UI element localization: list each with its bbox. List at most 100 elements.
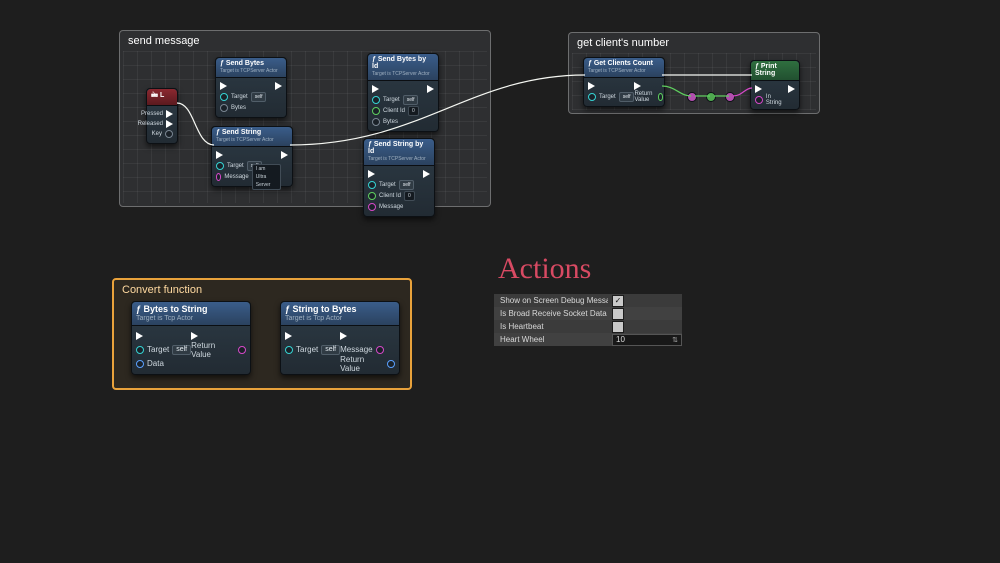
node-send-bytes-by-id[interactable]: ƒ Send Bytes by IdTarget is TCPServer Ac… (367, 53, 439, 132)
exec-in-icon[interactable] (285, 332, 292, 340)
pin-self-chip[interactable]: self (321, 345, 340, 355)
node-string-to-bytes[interactable]: ƒ String to BytesTarget is Tcp Actor Tar… (280, 301, 400, 375)
pin-clientid[interactable]: Client Id (379, 193, 401, 199)
pin-clientid[interactable]: Client Id (383, 108, 405, 114)
pin-target[interactable]: Target (383, 97, 400, 103)
exec-in-icon[interactable] (220, 82, 227, 90)
pin-dot-icon[interactable] (372, 107, 380, 115)
pin-message[interactable]: Message (340, 345, 372, 354)
field-clientid[interactable]: 0 (404, 191, 415, 201)
pin-target[interactable]: Target (147, 345, 169, 354)
node-send-bytes[interactable]: ƒ Send BytesTarget is TCPServer Actor Ta… (215, 57, 287, 118)
checkbox-heartbeat[interactable] (612, 321, 624, 333)
property-row: Is Broad Receive Socket Data Delegate (494, 307, 682, 320)
pin-dot-icon[interactable] (216, 173, 221, 181)
pin-pressed[interactable]: Pressed (141, 111, 163, 117)
exec-in-icon[interactable] (588, 82, 595, 90)
exec-out-icon[interactable] (191, 332, 198, 340)
pin-self-chip[interactable]: self (251, 92, 267, 102)
pin-return[interactable]: Return Value (634, 91, 654, 103)
spinbox-heart-wheel[interactable]: 10 ⇅ (612, 334, 682, 346)
node-title: ƒ Bytes to StringTarget is Tcp Actor (132, 302, 250, 326)
pin-return[interactable]: Return Value (191, 341, 235, 359)
pin-dot-icon[interactable] (220, 93, 228, 101)
pin-bytes[interactable]: Bytes (383, 119, 398, 125)
node-send-string[interactable]: ƒ Send StringTarget is TCPServer Actor T… (211, 126, 293, 187)
spinbox-value: 10 (616, 335, 625, 344)
node-title: ƒ Send StringTarget is TCPServer Actor (212, 127, 292, 147)
pin-self-chip[interactable]: self (619, 92, 635, 102)
reroute-node[interactable] (706, 92, 716, 102)
pin-dot-icon[interactable] (658, 93, 664, 101)
exec-out-icon[interactable] (281, 151, 288, 159)
pin-dot-icon[interactable] (238, 346, 246, 354)
pin-dot-icon[interactable] (136, 346, 144, 354)
checkbox-broad-receive[interactable] (612, 308, 624, 320)
node-send-string-by-id[interactable]: ƒ Send String by IdTarget is TCPServer A… (363, 138, 435, 217)
pin-dot-icon[interactable] (216, 162, 224, 170)
exec-out-icon[interactable] (427, 85, 434, 93)
property-label: Is Broad Receive Socket Data Delegate (494, 309, 608, 318)
exec-out-icon[interactable] (275, 82, 282, 90)
pin-data[interactable]: Data (147, 359, 164, 368)
pin-self-chip[interactable]: self (403, 95, 419, 105)
pin-target[interactable]: Target (296, 345, 318, 354)
exec-out-icon[interactable] (634, 82, 641, 90)
node-title: ƒ Get Clients CountTarget is TCPServer A… (584, 58, 664, 78)
exec-in-icon[interactable] (372, 85, 379, 93)
field-message[interactable]: I am Ultra Server (252, 164, 281, 190)
pin-target[interactable]: Target (231, 94, 248, 100)
pin-dot-icon[interactable] (372, 96, 380, 104)
node-get-clients-count[interactable]: ƒ Get Clients CountTarget is TCPServer A… (583, 57, 665, 107)
reroute-node[interactable] (687, 92, 697, 102)
pin-bytes[interactable]: Bytes (231, 105, 246, 111)
property-row: Heart Wheel 10 ⇅ (494, 333, 682, 346)
node-bytes-to-string[interactable]: ƒ Bytes to StringTarget is Tcp Actor Tar… (131, 301, 251, 375)
pin-target[interactable]: Target (379, 182, 396, 188)
exec-out-icon[interactable] (788, 85, 795, 93)
pin-dot-icon[interactable] (387, 360, 395, 368)
node-input-key[interactable]: 🖮 L Pressed Released Key (146, 88, 178, 144)
properties-panel: Show on Screen Debug Messages ✓ Is Broad… (494, 294, 682, 346)
field-clientid[interactable]: 0 (408, 106, 419, 116)
pin-target[interactable]: Target (227, 163, 244, 169)
reroute-node[interactable] (725, 92, 735, 102)
pin-dot-icon[interactable] (755, 96, 763, 104)
spinbox-arrows-icon[interactable]: ⇅ (672, 336, 678, 344)
exec-in-icon[interactable] (216, 151, 223, 159)
exec-out-icon[interactable] (166, 120, 173, 128)
pin-return[interactable]: Return Value (340, 355, 384, 373)
pin-dot-icon[interactable] (285, 346, 293, 354)
exec-out-icon[interactable] (423, 170, 430, 178)
pin-key[interactable]: Key (152, 131, 162, 137)
pin-self-chip[interactable]: self (172, 345, 191, 355)
pin-message[interactable]: Message (224, 174, 248, 180)
node-title: 🖮 L (147, 89, 177, 106)
pin-dot-icon[interactable] (588, 93, 596, 101)
node-title: ƒ Send Bytes by IdTarget is TCPServer Ac… (368, 54, 438, 81)
node-print-string[interactable]: ƒ Print String In String (750, 60, 800, 110)
pin-dot-icon[interactable] (368, 192, 376, 200)
pin-dot-icon[interactable] (220, 104, 228, 112)
exec-in-icon[interactable] (136, 332, 143, 340)
section-heading-actions: Actions (498, 252, 591, 286)
exec-in-icon[interactable] (755, 85, 762, 93)
pin-self-chip[interactable]: self (399, 180, 415, 190)
pin-dot-icon[interactable] (376, 346, 384, 354)
property-label: Show on Screen Debug Messages (494, 296, 608, 305)
pin-target[interactable]: Target (599, 94, 616, 100)
checkbox-show-debug[interactable]: ✓ (612, 295, 624, 307)
pin-instring[interactable]: In String (766, 94, 788, 106)
exec-out-icon[interactable] (166, 110, 173, 118)
property-label: Is Heartbeat (494, 322, 608, 331)
property-row: Show on Screen Debug Messages ✓ (494, 294, 682, 307)
pin-dot-icon[interactable] (136, 360, 144, 368)
pin-dot-icon[interactable] (165, 130, 173, 138)
pin-released[interactable]: Released (138, 121, 163, 127)
exec-out-icon[interactable] (340, 332, 347, 340)
pin-dot-icon[interactable] (372, 118, 380, 126)
exec-in-icon[interactable] (368, 170, 375, 178)
pin-dot-icon[interactable] (368, 203, 376, 211)
pin-dot-icon[interactable] (368, 181, 376, 189)
pin-message[interactable]: Message (379, 204, 403, 210)
